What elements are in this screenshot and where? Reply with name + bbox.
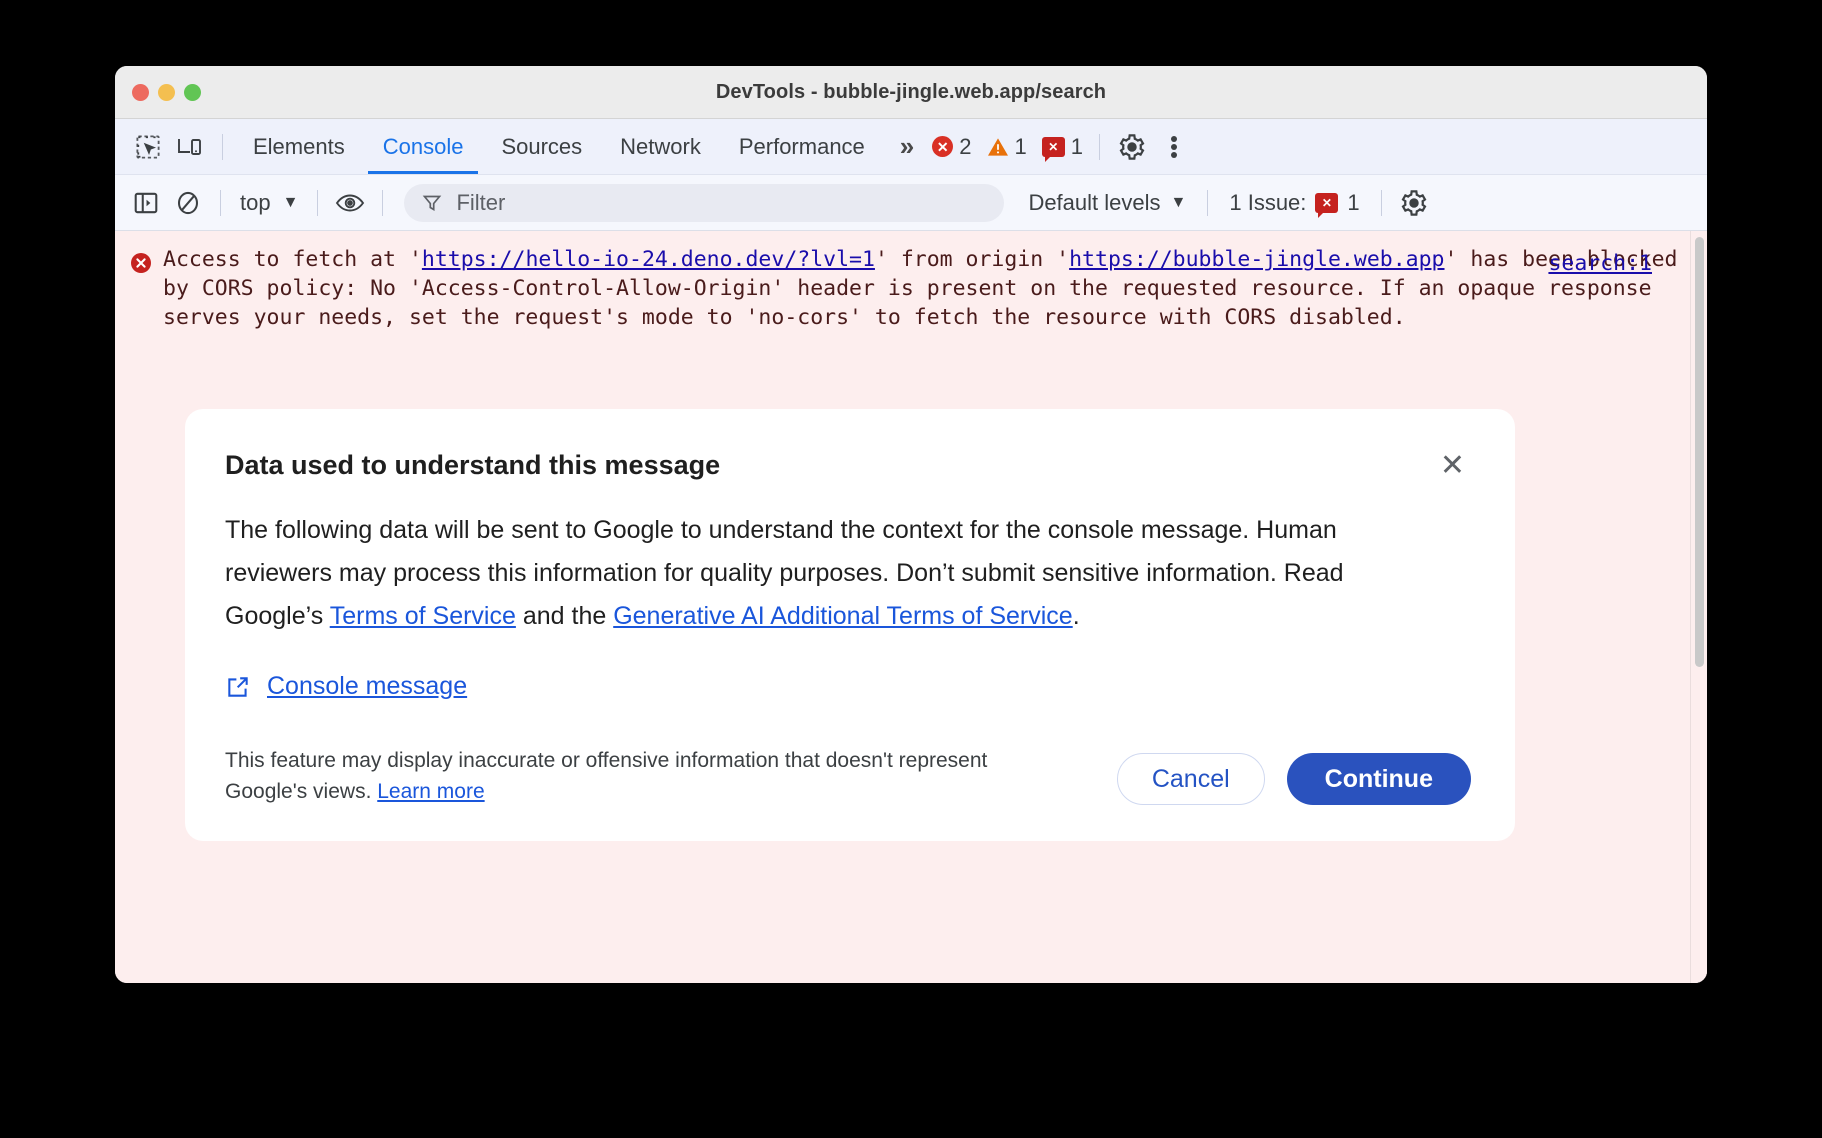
warning-count: 1 (1015, 134, 1027, 160)
learn-more-link[interactable]: Learn more (377, 780, 484, 803)
issue-bubble-icon: ✕ (1042, 137, 1065, 157)
execution-context-selector[interactable]: top ▼ (232, 190, 306, 216)
error-circle-icon-message (129, 245, 153, 332)
issues-summary-button[interactable]: 1 Issue: ✕ 1 (1219, 190, 1369, 216)
cancel-button[interactable]: Cancel (1117, 753, 1265, 805)
chevron-down-icon-levels: ▼ (1171, 195, 1187, 211)
live-expression-eye-icon[interactable] (329, 183, 371, 223)
toolbar-divider (222, 134, 223, 160)
issues-label: 1 Issue: (1229, 190, 1306, 216)
issue-bubble-icon-toolbar: ✕ (1315, 193, 1338, 213)
issue-count: 1 (1071, 134, 1083, 160)
console-toolbar-divider-1 (220, 190, 221, 216)
log-levels-value: Default levels (1028, 190, 1160, 216)
consent-dialog-card: Data used to understand this message ✕ T… (185, 409, 1515, 841)
console-scrollbar[interactable] (1690, 231, 1707, 983)
generative-ai-terms-link[interactable]: Generative AI Additional Terms of Servic… (613, 602, 1073, 630)
inspect-element-icon[interactable] (127, 127, 169, 167)
window-title-bar: DevTools - bubble-jingle.web.app/search (115, 66, 1707, 119)
devtools-tab-strip: Elements Console Sources Network Perform… (115, 119, 1707, 175)
console-message-area: Access to fetch at 'https://hello-io-24.… (115, 231, 1707, 983)
more-tabs-chevron-icon[interactable]: » (884, 131, 921, 162)
consent-dialog-body: The following data will be sent to Googl… (225, 509, 1440, 638)
disclaimer-text: This feature may display inaccurate or o… (225, 749, 987, 803)
execution-context-value: top (240, 190, 271, 216)
tab-console[interactable]: Console (364, 119, 483, 174)
console-toolbar-divider-3 (382, 190, 383, 216)
log-levels-selector[interactable]: Default levels ▼ (1018, 190, 1196, 216)
close-icon[interactable]: ✕ (1434, 449, 1471, 483)
warning-triangle-icon (987, 137, 1009, 157)
tab-network[interactable]: Network (601, 119, 720, 174)
consent-disclaimer: This feature may display inaccurate or o… (225, 745, 1015, 807)
tab-performance[interactable]: Performance (720, 119, 884, 174)
filter-funnel-icon (422, 193, 442, 213)
filter-input[interactable]: Filter (404, 184, 1004, 222)
console-sidebar-icon[interactable] (125, 183, 167, 223)
issue-counter[interactable]: ✕ 1 (1037, 134, 1088, 160)
consent-body-part3: . (1073, 602, 1080, 630)
console-error-message[interactable]: Access to fetch at 'https://hello-io-24.… (115, 231, 1707, 340)
console-toolbar-divider-4 (1207, 190, 1208, 216)
warning-counter[interactable]: 1 (982, 134, 1032, 160)
devtools-window: DevTools - bubble-jingle.web.app/search … (115, 66, 1707, 983)
continue-button[interactable]: Continue (1287, 753, 1471, 805)
error-url-link-2[interactable]: https://bubble-jingle.web.app (1069, 247, 1444, 272)
consent-dialog-buttons: Cancel Continue (1117, 753, 1471, 807)
window-title: DevTools - bubble-jingle.web.app/search (115, 81, 1707, 104)
panel-tabs: Elements Console Sources Network Perform… (234, 119, 884, 174)
tab-sources[interactable]: Sources (482, 119, 601, 174)
source-location-link[interactable]: search:1 (1548, 251, 1652, 276)
console-toolbar-divider-2 (317, 190, 318, 216)
issue-counters: ✕ 2 1 ✕ 1 (927, 134, 1088, 160)
console-toolbar: top ▼ Filter Default levels ▼ (115, 175, 1707, 231)
consent-body-part2: and the (516, 602, 613, 630)
error-text-part1: Access to fetch at ' (163, 247, 422, 272)
clear-console-icon[interactable] (167, 183, 209, 223)
console-scrollbar-thumb[interactable] (1695, 237, 1704, 667)
toolbar-divider-right (1099, 134, 1100, 160)
device-toolbar-icon[interactable] (169, 127, 211, 167)
minimize-window-button[interactable] (158, 84, 175, 101)
console-toolbar-divider-5 (1381, 190, 1382, 216)
console-settings-gear-icon[interactable] (1393, 183, 1435, 223)
console-message-link[interactable]: Console message (267, 672, 467, 701)
error-counter[interactable]: ✕ 2 (927, 134, 976, 160)
traffic-light-buttons (115, 84, 201, 101)
consent-dialog-footer: This feature may display inaccurate or o… (225, 745, 1471, 807)
close-window-button[interactable] (132, 84, 149, 101)
external-link-icon (225, 674, 251, 700)
filter-placeholder: Filter (456, 190, 505, 216)
consent-dialog-header: Data used to understand this message ✕ (225, 449, 1471, 483)
error-count: 2 (959, 134, 971, 160)
tab-elements[interactable]: Elements (234, 119, 364, 174)
console-message-link-row[interactable]: Console message (225, 672, 1471, 701)
error-url-link-1[interactable]: https://hello-io-24.deno.dev/?lvl=1 (422, 247, 875, 272)
chevron-down-icon: ▼ (283, 195, 299, 211)
gear-icon[interactable] (1111, 127, 1153, 167)
error-circle-icon: ✕ (932, 136, 953, 157)
error-text-part2: ' from origin ' (875, 247, 1069, 272)
maximize-window-button[interactable] (184, 84, 201, 101)
issues-count-toolbar: 1 (1347, 190, 1359, 216)
three-dot-menu-icon[interactable] (1153, 127, 1195, 167)
console-error-text: Access to fetch at 'https://hello-io-24.… (153, 245, 1689, 332)
consent-dialog-title: Data used to understand this message (225, 449, 720, 481)
terms-of-service-link[interactable]: Terms of Service (330, 602, 516, 630)
